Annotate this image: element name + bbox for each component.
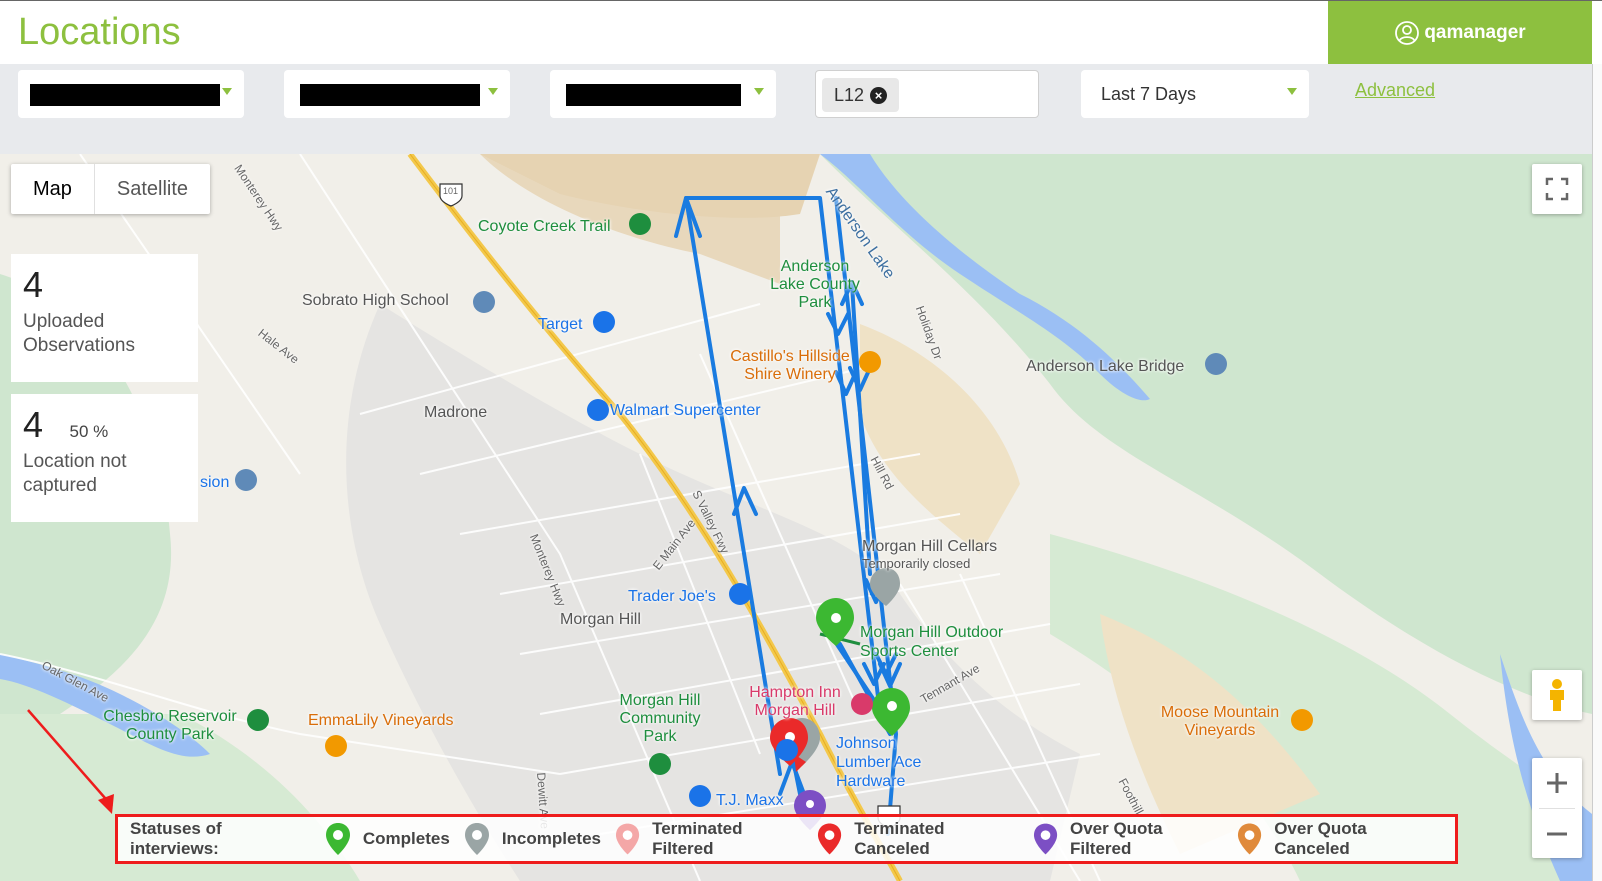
not-captured-count: 4 (23, 404, 44, 445)
fullscreen-icon (1545, 177, 1569, 201)
redacted-value (30, 84, 220, 106)
label-target: Target (538, 316, 583, 333)
label-morgan-hill: Morgan Hill (560, 611, 641, 628)
status-legend: Statuses of interviews: Completes Incompl… (115, 814, 1458, 864)
tag-chip: L12 × (822, 78, 900, 112)
legend-item-label: Terminated Filtered (652, 819, 743, 858)
username: qamanager (1424, 21, 1526, 43)
label-tj-maxx: T.J. Maxx (716, 792, 784, 809)
label-sobrato-high-school: Sobrato High School (302, 292, 449, 309)
map-type-satellite-button[interactable]: Satellite (95, 164, 210, 214)
legend-item: Incompletes (464, 822, 601, 856)
label-anderson-lake-bridge: Anderson Lake Bridge (1026, 358, 1185, 375)
fullscreen-button[interactable] (1532, 164, 1582, 214)
minus-icon (1547, 832, 1567, 835)
map-pin-icon (615, 823, 640, 855)
map-pin-icon (464, 823, 489, 855)
legend-item: Over Quota Filtered (1033, 819, 1223, 859)
label-hampton-inn: Hampton Inn Morgan Hill (749, 684, 841, 719)
tag-filter-input[interactable]: L12 × (815, 70, 1039, 118)
legend-item: Terminated Filtered (615, 819, 803, 859)
redacted-value (300, 84, 480, 106)
label-hwy-101: 101 (443, 186, 459, 196)
map-view[interactable]: Coyote Creek Trail Anderson Lake Anderso… (0, 154, 1592, 881)
label-temporarily-closed: Temporarily closed (862, 556, 971, 571)
filter-dropdown-3[interactable] (550, 70, 776, 118)
map-pin-icon (1033, 823, 1058, 855)
label-moose-mountain: Moose Mountain Vineyards (1160, 704, 1280, 739)
zoom-out-button[interactable] (1532, 809, 1582, 858)
legend-item-label: Terminated Canceled (854, 819, 945, 858)
label-walmart: Walmart Supercenter (610, 402, 761, 419)
filter-dropdown-1[interactable] (18, 70, 244, 118)
date-range-value: Last 7 Days (1101, 84, 1197, 104)
uploaded-count: 4 (23, 264, 44, 305)
label-morgan-hill-cellars: Morgan Hill Cellars (862, 538, 998, 555)
label-outdoor-sports-center: Morgan Hill Outdoor Sports Center (860, 624, 1004, 660)
app-header: Locations qamanager (0, 0, 1602, 64)
remove-tag-icon[interactable]: × (870, 86, 888, 104)
legend-item-label: Over Quota Filtered (1069, 819, 1163, 858)
label-coyote-creek-trail: Coyote Creek Trail (478, 218, 611, 235)
tag-label: L12 (834, 84, 865, 105)
label-trader-joes: Trader Joe's (628, 588, 716, 605)
map-pin-icon (325, 823, 350, 855)
label-morgan-hill-community-park: Morgan Hill Community Park (619, 692, 701, 745)
not-captured-label: Location not captured (23, 451, 127, 496)
legend-item: Over Quota Canceled (1237, 819, 1441, 859)
legend-items: Completes Incompletes Terminated Filtered T… (325, 819, 1455, 859)
legend-item-label: Incompletes (501, 829, 602, 848)
legend-item: Completes (325, 822, 450, 856)
label-madrone: Madrone (424, 404, 488, 421)
legend-item-label: Completes (362, 829, 450, 848)
label-emmalily: EmmaLily Vineyards (308, 712, 454, 729)
label-johnson-lumber: Johnson Lumber Ace Hardware (836, 735, 922, 790)
pegman-icon (1550, 679, 1564, 711)
advanced-link[interactable]: Advanced (1355, 80, 1435, 101)
filter-dropdown-2[interactable] (284, 70, 510, 118)
label-castillos: Castillo's Hillside Shire Winery (730, 348, 850, 383)
scrollbar[interactable] (1592, 64, 1602, 881)
user-circle-icon (1395, 20, 1420, 45)
chevron-down-icon (222, 88, 232, 95)
user-menu-button[interactable]: qamanager (1328, 1, 1592, 64)
date-range-dropdown[interactable]: Last 7 Days (1081, 70, 1309, 118)
uploaded-observations-card: 4 Uploaded Observations (11, 254, 198, 382)
street-view-button[interactable] (1532, 670, 1582, 720)
map-pin-icon (818, 823, 842, 855)
not-captured-percent: 50 % (69, 422, 109, 441)
zoom-in-button[interactable] (1532, 758, 1582, 808)
map-type-toggle: Map Satellite (11, 164, 211, 214)
page-title: Locations (18, 11, 181, 53)
uploaded-label: Uploaded Observations (23, 311, 135, 356)
label-sion: sion (200, 474, 230, 491)
label-anderson-lake-county-park: Anderson Lake County Park (770, 258, 860, 311)
label-chesbro: Chesbro Reservoir County Park (103, 708, 237, 743)
filter-bar: L12 × Last 7 Days Advanced (0, 64, 1592, 154)
zoom-control (1532, 758, 1582, 858)
chevron-down-icon (488, 88, 498, 95)
location-not-captured-card: 4 50 % Location not captured (11, 394, 198, 522)
legend-item: Terminated Canceled (817, 819, 1019, 859)
legend-item-label: Over Quota Canceled (1274, 819, 1367, 858)
chevron-down-icon (1287, 88, 1297, 95)
redacted-value (566, 84, 741, 106)
map-pin-icon (1238, 823, 1262, 855)
chevron-down-icon (754, 88, 764, 95)
map-type-map-button[interactable]: Map (11, 164, 94, 214)
plus-icon (1547, 773, 1567, 793)
legend-title: Statuses of interviews: (130, 819, 222, 858)
